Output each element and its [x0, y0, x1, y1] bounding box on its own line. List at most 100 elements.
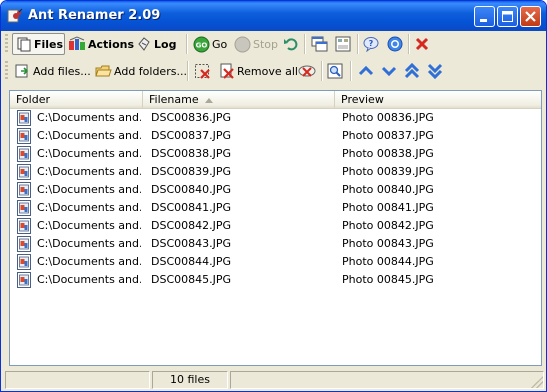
add-files-label: Add files...	[33, 64, 91, 78]
status-pane	[5, 371, 150, 389]
about-button[interactable]	[387, 33, 403, 55]
list-item[interactable]: C:\Documents and... DSC00836.JPG Photo 008…	[10, 109, 541, 127]
list-item[interactable]: C:\Documents and... DSC00842.JPG Photo 008…	[10, 217, 541, 235]
actions-icon	[69, 36, 85, 50]
image-file-icon	[17, 128, 31, 144]
image-file-icon	[17, 200, 31, 216]
exit-icon	[415, 37, 429, 51]
cell-preview: Photo 00839.JPG	[342, 165, 434, 178]
options-button[interactable]	[335, 33, 351, 55]
cell-preview: Photo 00840.JPG	[342, 183, 434, 196]
remove-all-button[interactable]: Remove all	[219, 60, 298, 82]
help-button[interactable]: ?	[363, 33, 379, 55]
undo-button[interactable]	[283, 33, 299, 55]
image-file-icon	[17, 272, 31, 288]
cell-preview: Photo 00837.JPG	[342, 129, 434, 142]
actions-label: Actions	[88, 37, 134, 51]
cell-filename: DSC00836.JPG	[151, 111, 232, 124]
status-bar: 10 files	[5, 370, 544, 389]
list-item[interactable]: C:\Documents and... DSC00839.JPG Photo 008…	[10, 163, 541, 181]
remove-all-label: Remove all	[237, 64, 298, 78]
close-button[interactable]	[520, 6, 541, 27]
cell-filename: DSC00837.JPG	[151, 129, 232, 142]
move-up-button[interactable]	[358, 60, 374, 82]
stop-label: Stop	[253, 37, 279, 51]
log-tab-button[interactable]: Log	[136, 33, 176, 55]
search-icon	[327, 63, 343, 79]
move-down-button[interactable]	[381, 60, 397, 82]
toolbar-grip[interactable]	[5, 34, 8, 54]
settings-icon	[335, 36, 351, 52]
cell-folder: C:\Documents and...	[37, 201, 141, 214]
minimize-icon	[480, 19, 487, 22]
toolbar-separator	[408, 34, 410, 54]
chevron-up-icon	[358, 65, 374, 76]
move-top-button[interactable]	[404, 60, 420, 82]
remove-selected-button[interactable]	[194, 60, 211, 82]
cell-filename: DSC00842.JPG	[151, 219, 232, 232]
list-item[interactable]: C:\Documents and... DSC00843.JPG Photo 008…	[10, 235, 541, 253]
toolbar-separator	[186, 34, 188, 54]
files-toolbar: Add files... Add folders... Remove all	[5, 58, 542, 85]
maximize-button[interactable]	[497, 6, 518, 27]
status-pane	[230, 371, 544, 389]
image-file-icon	[17, 110, 31, 126]
cell-folder: C:\Documents and...	[37, 273, 141, 286]
list-header: Folder Filename Preview	[10, 91, 541, 109]
column-header-filename[interactable]: Filename	[143, 91, 335, 108]
stop-icon	[234, 36, 251, 52]
title-bar[interactable]: Ant Renamer 2.09	[1, 1, 546, 31]
list-item[interactable]: C:\Documents and... DSC00838.JPG Photo 008…	[10, 145, 541, 163]
stop-button[interactable]: Stop	[234, 33, 278, 55]
help-icon: ?	[363, 37, 379, 52]
go-button[interactable]: GO Go	[193, 33, 227, 55]
cell-folder: C:\Documents and...	[37, 219, 141, 232]
list-item[interactable]: C:\Documents and... DSC00844.JPG Photo 008…	[10, 253, 541, 271]
cell-preview: Photo 00841.JPG	[342, 201, 434, 214]
close-icon	[525, 11, 536, 22]
log-label: Log	[154, 37, 177, 51]
list-item[interactable]: C:\Documents and... DSC00841.JPG Photo 008…	[10, 199, 541, 217]
cell-folder: C:\Documents and...	[37, 129, 141, 142]
list-item[interactable]: C:\Documents and... DSC00840.JPG Photo 008…	[10, 181, 541, 199]
cell-preview: Photo 00842.JPG	[342, 219, 434, 232]
resize-grip[interactable]	[531, 376, 543, 388]
file-list[interactable]: Folder Filename Preview C:\Documents and…	[9, 90, 542, 366]
cell-folder: C:\Documents and...	[37, 255, 141, 268]
image-file-icon	[17, 182, 31, 198]
maximize-icon	[502, 11, 513, 22]
list-item[interactable]: C:\Documents and... DSC00845.JPG Photo 008…	[10, 271, 541, 289]
search-button[interactable]	[327, 60, 343, 82]
add-files-button[interactable]: Add files...	[14, 60, 91, 82]
info-icon	[387, 36, 403, 52]
add-files-icon	[15, 64, 29, 78]
minimize-button[interactable]	[474, 6, 495, 27]
exit-button[interactable]	[414, 33, 430, 55]
undo-icon	[284, 38, 298, 51]
go-icon: GO	[193, 36, 210, 52]
view-button[interactable]	[311, 33, 328, 55]
image-file-icon	[17, 146, 31, 162]
chevron-down-icon	[381, 66, 397, 77]
cell-folder: C:\Documents and...	[37, 237, 141, 250]
column-header-preview[interactable]: Preview	[335, 91, 541, 108]
go-label: Go	[212, 37, 228, 51]
remove-all-icon	[220, 63, 234, 79]
toolbar-grip[interactable]	[5, 61, 8, 81]
remove-selected-icon	[195, 63, 210, 79]
cell-preview: Photo 00836.JPG	[342, 111, 434, 124]
image-file-icon	[17, 254, 31, 270]
image-file-icon	[17, 218, 31, 234]
cell-filename: DSC00838.JPG	[151, 147, 232, 160]
list-item[interactable]: C:\Documents and... DSC00837.JPG Photo 008…	[10, 127, 541, 145]
column-header-folder[interactable]: Folder	[10, 91, 143, 108]
add-folders-button[interactable]: Add folders...	[95, 60, 187, 82]
actions-tab-button[interactable]: Actions	[68, 33, 134, 55]
remove-dead-button[interactable]	[298, 60, 316, 82]
files-tab-button[interactable]: Files	[12, 33, 65, 55]
cell-filename: DSC00843.JPG	[151, 237, 232, 250]
move-bottom-button[interactable]	[427, 60, 443, 82]
sort-ascending-icon	[204, 97, 213, 103]
cell-filename: DSC00841.JPG	[151, 201, 232, 214]
window-icon	[311, 36, 328, 52]
